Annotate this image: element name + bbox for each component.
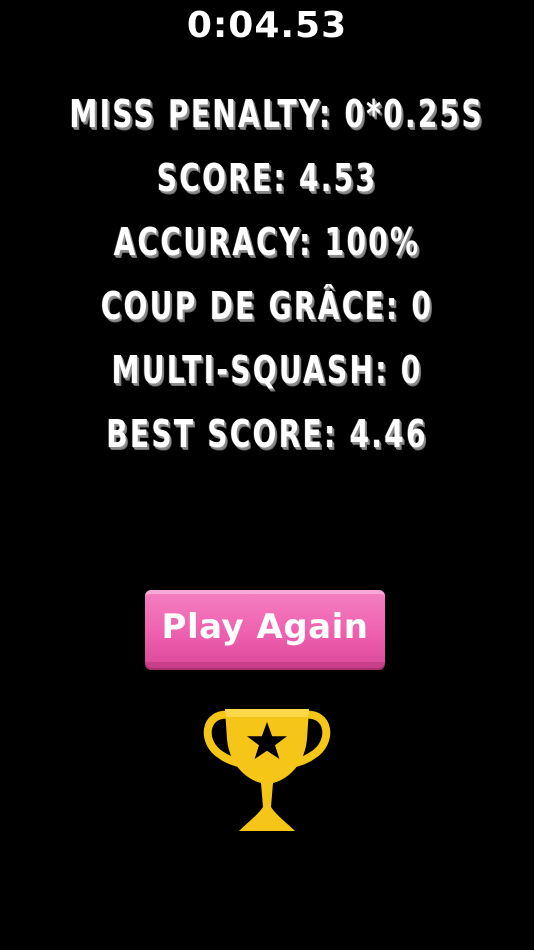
coup-de-grace-label: COUP DE GRÂCE:	[100, 284, 412, 328]
best-score-value: 4.46	[349, 412, 428, 456]
accuracy-label: ACCURACY:	[113, 220, 325, 264]
accuracy-value: 100%	[324, 220, 421, 264]
multi-squash-row: MULTI-SQUASH: 0	[69, 342, 464, 406]
multi-squash-value: 0	[400, 348, 423, 392]
score-row: SCORE: 4.53	[69, 150, 464, 214]
coup-de-grace-value: 0	[411, 284, 434, 328]
accuracy-row: ACCURACY: 100%	[69, 214, 464, 278]
best-score-row: BEST SCORE: 4.46	[69, 406, 464, 470]
results-panel: MISS PENALTY: 0*0.25S SCORE: 4.53 ACCURA…	[0, 86, 534, 470]
elapsed-timer: 0:04.53	[186, 5, 348, 46]
score-value: 4.53	[298, 156, 378, 200]
miss-penalty-row: MISS PENALTY: 0*0.25S	[69, 86, 481, 150]
score-label: SCORE:	[156, 156, 299, 200]
multi-squash-label: MULTI-SQUASH:	[111, 348, 401, 392]
miss-penalty-value: 0*0.25S	[344, 92, 484, 136]
trophy-icon[interactable]	[201, 705, 333, 835]
coup-de-grace-row: COUP DE GRÂCE: 0	[69, 278, 464, 342]
play-again-button[interactable]: Play Again	[145, 590, 385, 668]
best-score-label: BEST SCORE:	[106, 412, 350, 456]
miss-penalty-label: MISS PENALTY:	[69, 92, 345, 136]
